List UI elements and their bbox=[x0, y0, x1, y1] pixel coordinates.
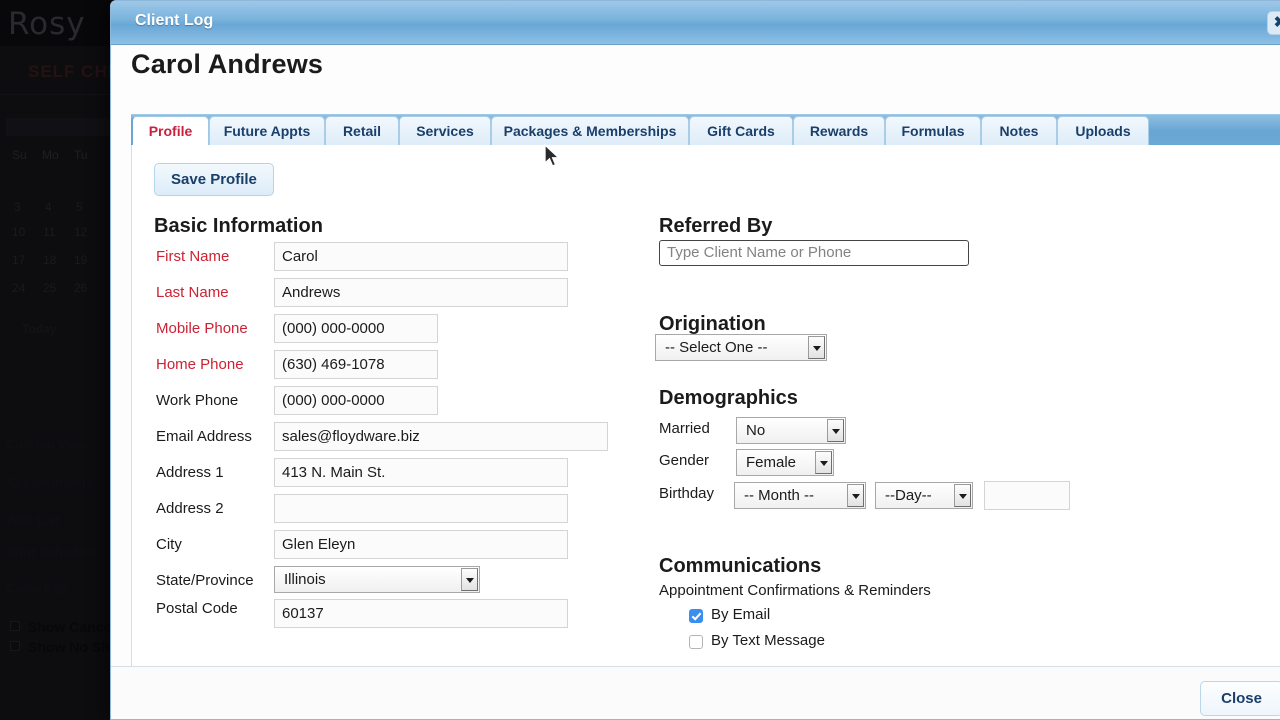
dialog-footer: Close bbox=[111, 666, 1280, 719]
save-profile-button[interactable]: Save Profile bbox=[154, 163, 274, 196]
address-2-label: Address 2 bbox=[156, 500, 224, 517]
communications-heading: Communications bbox=[659, 555, 822, 577]
origination-heading: Origination bbox=[659, 313, 766, 335]
birthday-month-value: -- Month -- bbox=[744, 487, 815, 504]
dialog-title: Client Log bbox=[135, 12, 214, 29]
birthday-day-select[interactable]: --Day-- bbox=[875, 482, 973, 509]
address-1-input[interactable]: 413 N. Main St. bbox=[274, 458, 568, 487]
tab-future-appts[interactable]: Future Appts bbox=[209, 116, 325, 147]
communications-subheading: Appointment Confirmations & Reminders bbox=[659, 582, 931, 599]
chevron-down-icon[interactable] bbox=[954, 484, 971, 507]
close-button[interactable]: Close bbox=[1200, 681, 1280, 716]
referred-by-input[interactable]: Type Client Name or Phone bbox=[659, 240, 969, 266]
tab-packages-memberships[interactable]: Packages & Memberships bbox=[491, 116, 689, 147]
demographics-heading: Demographics bbox=[659, 387, 798, 409]
birthday-year-input[interactable] bbox=[984, 481, 1070, 510]
work-phone-input[interactable]: (000) 000-0000 bbox=[274, 386, 438, 415]
chevron-down-icon[interactable] bbox=[827, 419, 844, 442]
by-text-message-label: By Text Message bbox=[711, 632, 825, 649]
origination-select[interactable]: -- Select One -- bbox=[655, 334, 827, 361]
tab-uploads[interactable]: Uploads bbox=[1057, 116, 1149, 147]
referred-by-heading: Referred By bbox=[659, 215, 773, 237]
address-1-label: Address 1 bbox=[156, 464, 224, 481]
client-log-dialog: Client Log ✖ Carol Andrews Profile Futur… bbox=[110, 0, 1280, 720]
tab-profile[interactable]: Profile bbox=[131, 116, 209, 148]
tab-retail[interactable]: Retail bbox=[325, 116, 399, 147]
chevron-down-icon[interactable] bbox=[815, 451, 832, 474]
last-name-label: Last Name bbox=[156, 284, 229, 301]
close-icon[interactable]: ✖ bbox=[1267, 11, 1280, 35]
married-select[interactable]: No bbox=[736, 417, 846, 444]
by-email-checkbox[interactable] bbox=[689, 609, 703, 623]
birthday-label: Birthday bbox=[659, 485, 715, 502]
chevron-down-icon[interactable] bbox=[461, 568, 478, 591]
mobile-phone-input[interactable]: (000) 000-0000 bbox=[274, 314, 438, 343]
tab-notes[interactable]: Notes bbox=[981, 116, 1057, 147]
birthday-day-value: --Day-- bbox=[885, 487, 932, 504]
state-province-select[interactable]: Illinois bbox=[274, 566, 480, 593]
origination-value: -- Select One -- bbox=[665, 339, 768, 356]
email-address-label: Email Address bbox=[156, 428, 252, 445]
email-address-input[interactable]: sales@floydware.biz bbox=[274, 422, 608, 451]
postal-code-input[interactable]: 60137 bbox=[274, 599, 568, 628]
state-province-value: Illinois bbox=[284, 571, 326, 588]
tab-rewards[interactable]: Rewards bbox=[793, 116, 885, 147]
tab-services[interactable]: Services bbox=[399, 116, 491, 147]
last-name-input[interactable]: Andrews bbox=[274, 278, 568, 307]
married-value: No bbox=[746, 422, 766, 439]
page-title: Carol Andrews bbox=[131, 49, 324, 79]
state-province-label: State/Province bbox=[156, 572, 254, 589]
by-email-label: By Email bbox=[711, 606, 771, 623]
gender-value: Female bbox=[746, 454, 797, 471]
mobile-phone-label: Mobile Phone bbox=[156, 320, 248, 337]
address-2-input[interactable] bbox=[274, 494, 568, 523]
city-input[interactable]: Glen Eleyn bbox=[274, 530, 568, 559]
chevron-down-icon[interactable] bbox=[808, 336, 825, 359]
birthday-month-select[interactable]: -- Month -- bbox=[734, 482, 866, 509]
first-name-input[interactable]: Carol bbox=[274, 242, 568, 271]
tab-formulas[interactable]: Formulas bbox=[885, 116, 981, 147]
tab-bar: Profile Future Appts Retail Services Pac… bbox=[131, 114, 1280, 148]
dialog-titlebar: Client Log ✖ bbox=[111, 1, 1280, 45]
postal-code-label: Postal Code bbox=[156, 600, 238, 617]
chevron-down-icon[interactable] bbox=[847, 484, 864, 507]
basic-information-heading: Basic Information bbox=[154, 215, 323, 237]
home-phone-input[interactable]: (630) 469-1078 bbox=[274, 350, 438, 379]
gender-label: Gender bbox=[659, 452, 710, 469]
tab-gift-cards[interactable]: Gift Cards bbox=[689, 116, 793, 147]
home-phone-label: Home Phone bbox=[156, 356, 244, 373]
work-phone-label: Work Phone bbox=[156, 392, 239, 409]
city-label: City bbox=[156, 536, 182, 553]
by-text-message-checkbox[interactable] bbox=[689, 635, 703, 649]
gender-select[interactable]: Female bbox=[736, 449, 834, 476]
profile-panel: Save Profile Basic Information First Nam… bbox=[131, 145, 1280, 666]
married-label: Married bbox=[659, 420, 710, 437]
first-name-label: First Name bbox=[156, 248, 230, 265]
